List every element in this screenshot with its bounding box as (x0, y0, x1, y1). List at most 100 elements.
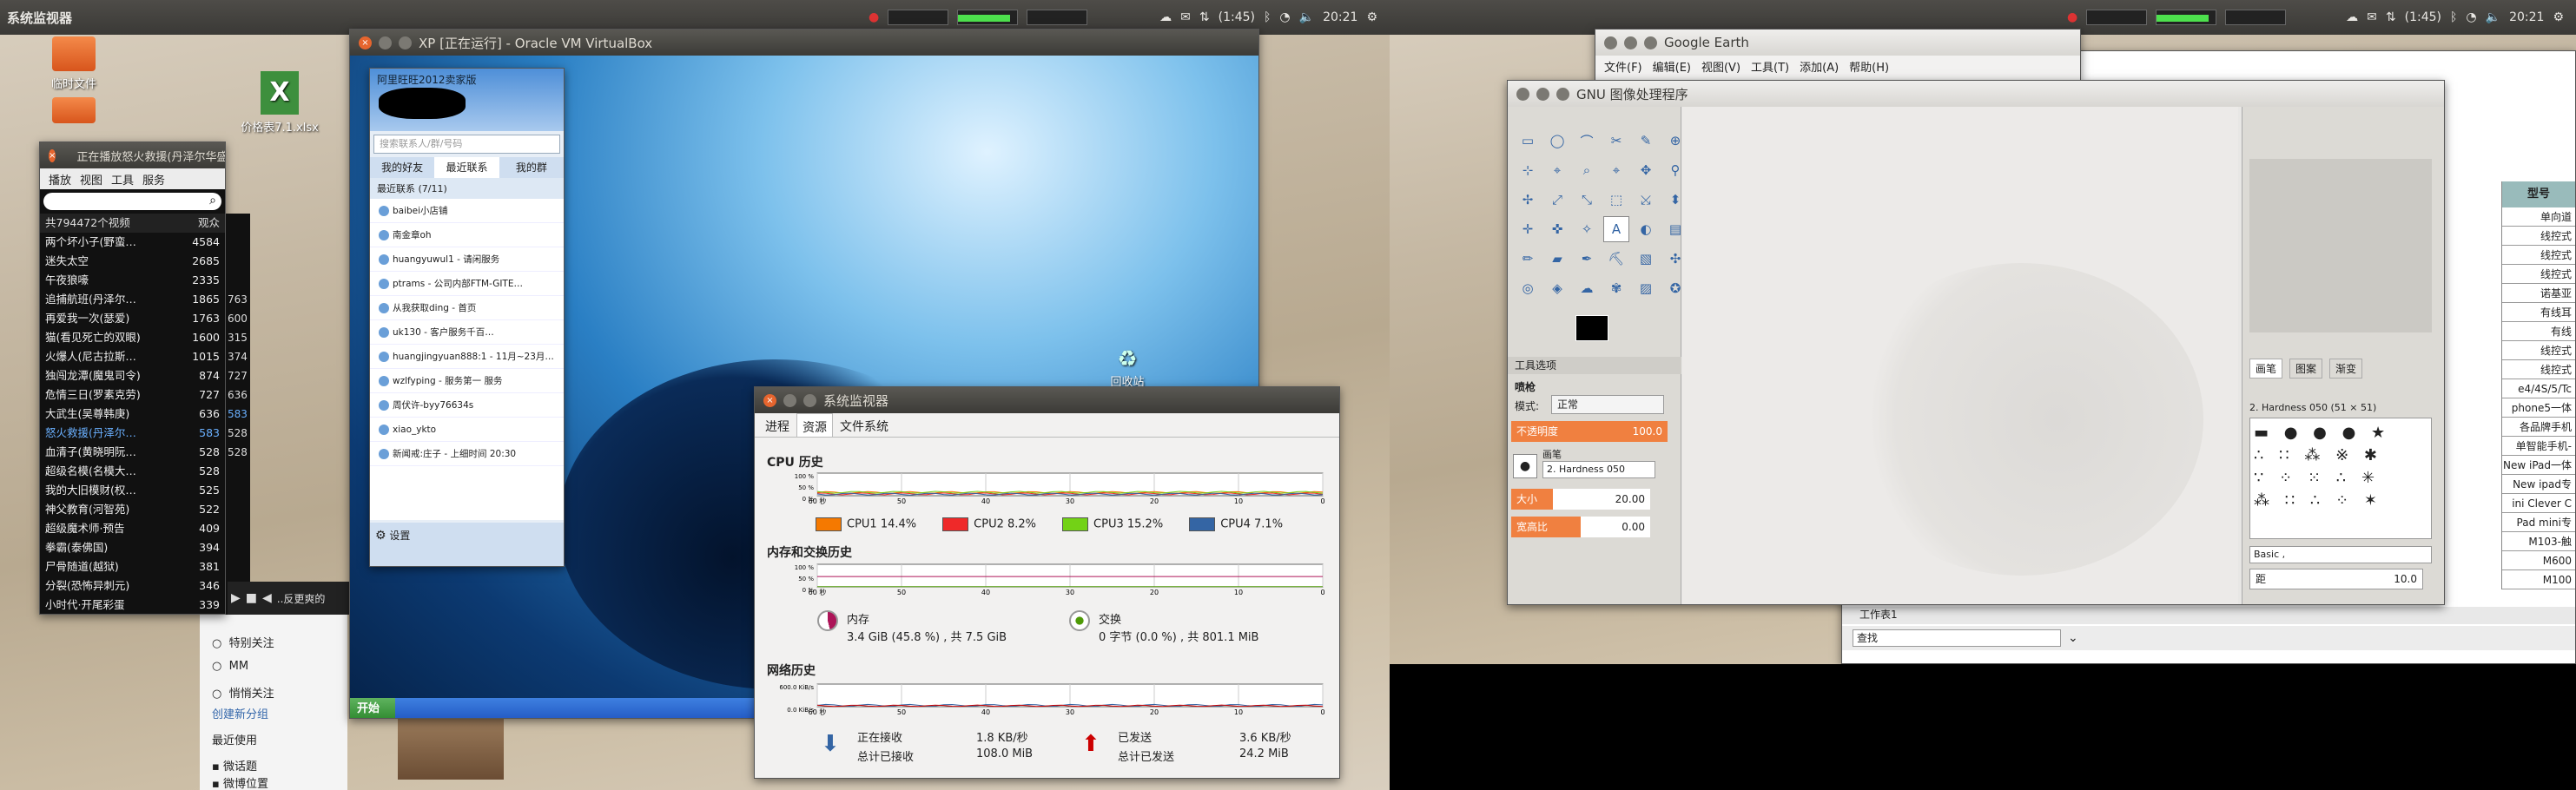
sheet-cell[interactable]: ini Clever C (2502, 494, 2575, 513)
tool-icon[interactable]: ✂ (1603, 128, 1629, 154)
tab-friends[interactable]: 我的好友 (370, 157, 434, 178)
find-next-icon[interactable]: ⌄ (2068, 631, 2078, 645)
tool-icon[interactable]: ✥ (1633, 157, 1659, 183)
tool-icon[interactable]: ✎ (1633, 128, 1659, 154)
brush-field[interactable]: 2. Hardness 050 (1542, 461, 1655, 478)
tool-icon[interactable]: ✏ (1515, 246, 1541, 272)
sidebar-link[interactable]: ▪ 微博位置 (212, 774, 268, 790)
tool-icon[interactable]: ✒ (1574, 246, 1600, 272)
find-input[interactable]: 查找 (1853, 629, 2061, 647)
sheet-cell[interactable]: M600 (2502, 551, 2575, 570)
sheet-cell[interactable]: e4/4S/5/Tc (2502, 379, 2575, 398)
minimize-icon[interactable] (379, 36, 392, 49)
brush-preview[interactable]: ● (1513, 454, 1537, 478)
ratio-slider[interactable]: 宽高比 0.00 (1511, 517, 1650, 537)
mail-icon[interactable]: ✉ (1180, 10, 1191, 24)
tab-filesystems[interactable]: 文件系统 (835, 413, 894, 437)
tool-icon[interactable]: ⤢ (1544, 187, 1570, 213)
search-icon[interactable]: ⌕ (209, 194, 216, 207)
cpu-color-swatch[interactable] (1062, 517, 1089, 531)
settings-label[interactable]: 设置 (389, 530, 410, 542)
cpu-color-swatch[interactable] (1189, 517, 1216, 531)
contact-group[interactable]: 最近联系 (7/11) (370, 178, 564, 199)
sheet-cell[interactable]: M103-触 (2502, 532, 2575, 551)
gear-icon[interactable]: ⚙ (2553, 10, 2564, 24)
contact-item[interactable]: huangyuwul1 - 请闲服务 (370, 247, 564, 272)
gear-icon[interactable]: ⚙ (1366, 10, 1377, 24)
sidebar-item[interactable]: ○ 悄悄关注 (212, 684, 274, 701)
wifi-icon[interactable]: ◔ (2466, 10, 2476, 24)
contact-item[interactable]: xiao_ykto (370, 418, 564, 442)
sheet-cell[interactable]: 线控式 (2502, 341, 2575, 360)
volume-icon[interactable]: 🔈 (2486, 10, 2500, 24)
minimize-icon[interactable] (783, 393, 796, 407)
tool-icon[interactable]: ▨ (1633, 275, 1659, 301)
network-icon[interactable]: ⇅ (2386, 10, 2396, 24)
bluetooth-icon[interactable]: ᛒ (2450, 10, 2457, 24)
minimize-icon[interactable] (1624, 36, 1637, 49)
list-item[interactable]: 超级魔术师·预告 409 (40, 519, 225, 538)
tool-icon[interactable]: ⌖ (1544, 157, 1570, 183)
list-item[interactable]: 超级名模(名模大… 528 (40, 462, 225, 481)
create-group-link[interactable]: 创建新分组 (212, 705, 268, 721)
sheet-cell[interactable]: Pad mini专 (2502, 513, 2575, 532)
contact-item[interactable]: 从我获取ding - 首页 (370, 296, 564, 320)
list-item[interactable]: 拳霸(泰佛国) 394 (40, 538, 225, 557)
tool-icon[interactable]: ✛ (1515, 216, 1541, 242)
tool-icon[interactable]: ◐ (1633, 216, 1659, 242)
list-item[interactable]: 大武生(吴尊韩庚) 636 (40, 405, 225, 424)
list-item[interactable]: 尸骨随道(越狱) 381 (40, 557, 225, 576)
fg-color[interactable] (1575, 315, 1608, 341)
sheet-cell[interactable]: 线控式 (2502, 265, 2575, 284)
list-item[interactable]: 血清子(黄晓明阮… 528 (40, 443, 225, 462)
opacity-slider[interactable]: 不透明度 100.0 (1511, 421, 1668, 442)
preset-select[interactable]: Basic , (2249, 546, 2432, 563)
desktop-folder-2[interactable] (22, 97, 126, 127)
contact-item[interactable]: ptrams - 公司内部FTM-GITE… (370, 272, 564, 296)
list-item[interactable]: 午夜狼嚎 2335 (40, 271, 225, 290)
clock[interactable]: 20:21 (2509, 10, 2544, 24)
close-icon[interactable]: × (49, 148, 56, 162)
volume-icon[interactable]: 🔈 (1299, 10, 1314, 24)
sheet-cell[interactable]: 诺基亚 (2502, 284, 2575, 303)
sidebar-item[interactable]: ○ MM (212, 660, 248, 673)
close-icon[interactable]: × (359, 36, 372, 49)
mail-icon[interactable]: ✉ (2367, 10, 2377, 24)
tool-icon[interactable]: ⬚ (1603, 187, 1629, 213)
tool-icon[interactable]: ⤩ (1633, 187, 1659, 213)
tool-icon[interactable]: ✜ (1544, 216, 1570, 242)
clock[interactable]: 20:21 (1323, 10, 1357, 24)
tool-icon[interactable]: ▧ (1633, 246, 1659, 272)
sheet-cell[interactable]: 单向道 (2502, 207, 2575, 227)
menu-view[interactable]: 视图 (80, 171, 102, 188)
tab-processes[interactable]: 进程 (760, 413, 795, 437)
list-item[interactable]: 危情三日(罗素克劳) 727 (40, 385, 225, 405)
tool-icon[interactable]: ⤡ (1574, 187, 1600, 213)
player-search[interactable]: ⌕ (43, 193, 221, 210)
menu-tools[interactable]: 工具 (111, 171, 134, 188)
recycle-bin[interactable]: ♻ 回收站 (1097, 346, 1158, 389)
contact-item[interactable]: wzlfyping - 服务第一 服务 (370, 369, 564, 393)
cpu-legend-item[interactable]: CPU2 8.2% (942, 517, 1036, 531)
minimize-icon[interactable] (1536, 87, 1549, 101)
gearth-menu-item[interactable]: 添加(A) (1800, 58, 1839, 75)
desktop-xlsx[interactable]: X 价格表7.1.xlsx (228, 71, 332, 135)
tool-icon[interactable]: A (1603, 216, 1629, 242)
sheet-cell[interactable]: phone5一体 (2502, 398, 2575, 418)
dock-tab[interactable]: 图案 (2289, 359, 2323, 379)
contact-item[interactable]: huangjingyuan888:1 - 11月~23月… (370, 345, 564, 369)
size-slider[interactable]: 大小 20.00 (1511, 489, 1650, 510)
contact-item[interactable]: 周伏许-byy76634s (370, 393, 564, 418)
gearth-menu-item[interactable]: 帮助(H) (1849, 58, 1889, 75)
tool-icon[interactable]: ✧ (1574, 216, 1600, 242)
maximize-icon[interactable] (803, 393, 816, 407)
cloud-icon[interactable]: ☁ (1159, 10, 1172, 24)
start-button[interactable]: 开始 (350, 698, 395, 718)
menu-play[interactable]: 播放 (49, 171, 71, 188)
sheet-cell[interactable]: 有线 (2502, 322, 2575, 341)
sidebar-item[interactable]: ○ 特别关注 (212, 634, 274, 650)
desktop-folder[interactable]: 临时文件 (22, 36, 126, 91)
maximize-icon[interactable] (399, 36, 412, 49)
maximize-icon[interactable] (1556, 87, 1569, 101)
settings-icon[interactable]: ⚙ (375, 529, 386, 543)
